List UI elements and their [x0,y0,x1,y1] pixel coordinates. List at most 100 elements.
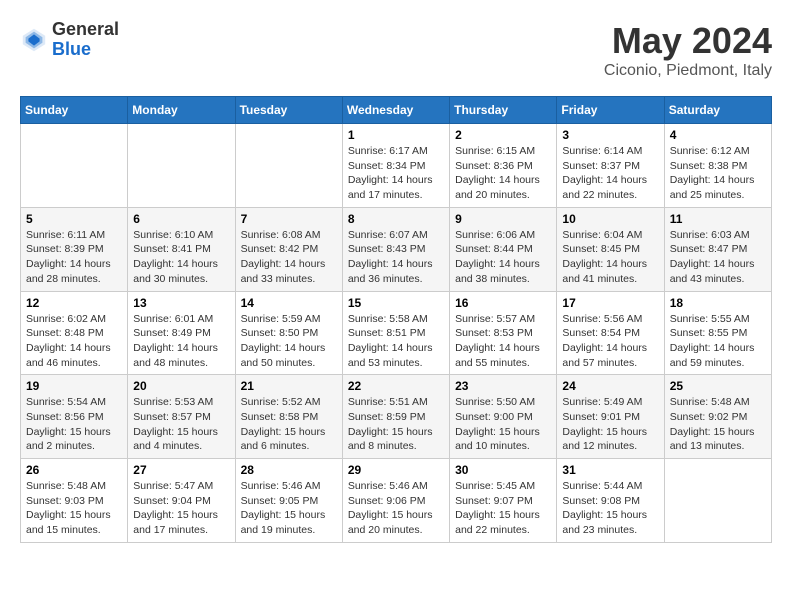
day-number: 16 [455,296,551,310]
calendar-cell: 30Sunrise: 5:45 AM Sunset: 9:07 PM Dayli… [450,459,557,543]
weekday-header-tuesday: Tuesday [235,97,342,124]
calendar-cell: 16 Sunrise: 5:57 AM Sunset: 8:53 PM Dayli… [450,291,557,375]
calendar-cell: 15 Sunrise: 5:58 AM Sunset: 8:51 PM Dayli… [342,291,449,375]
weekday-header-friday: Friday [557,97,664,124]
day-info: Sunrise: 6:17 AM Sunset: 8:34 PM Dayligh… [348,144,444,203]
page-header: General Blue May 2024 Ciconio, Piedmont,… [20,20,772,80]
day-info: Sunrise: 6:07 AM Sunset: 8:43 PM Dayligh… [348,228,444,287]
calendar-cell: 11 Sunrise: 6:03 AM Sunset: 8:47 PM Dayli… [664,207,771,291]
day-number: 10 [562,212,658,226]
day-number: 8 [348,212,444,226]
day-info: Sunrise: 6:15 AM Sunset: 8:36 PM Dayligh… [455,144,551,203]
day-number: 11 [670,212,766,226]
day-info: Sunrise: 5:51 AM Sunset: 8:59 PM Dayligh… [348,395,444,454]
day-info: Sunrise: 6:06 AM Sunset: 8:44 PM Dayligh… [455,228,551,287]
day-number: 30 [455,463,551,477]
calendar-week-2: 5 Sunrise: 6:11 AM Sunset: 8:39 PM Daylig… [21,207,772,291]
calendar-week-5: 26 Sunrise: 5:48 AM Sunset: 9:03 PM Dayli… [21,459,772,543]
day-info: Sunrise: 5:50 AM Sunset: 9:00 PM Dayligh… [455,395,551,454]
day-info: Sunrise: 5:55 AM Sunset: 8:55 PM Dayligh… [670,312,766,371]
calendar-cell: 17Sunrise: 5:56 AM Sunset: 8:54 PM Dayli… [557,291,664,375]
day-number: 23 [455,379,551,393]
calendar-cell: 23 Sunrise: 5:50 AM Sunset: 9:00 PM Dayli… [450,375,557,459]
calendar-cell: 4 Sunrise: 6:12 AM Sunset: 8:38 PM Daylig… [664,124,771,208]
day-info: Sunrise: 5:56 AM Sunset: 8:54 PM Dayligh… [562,312,658,371]
day-number: 13 [133,296,229,310]
calendar-cell: 21Sunrise: 5:52 AM Sunset: 8:58 PM Dayli… [235,375,342,459]
calendar-cell: 28 Sunrise: 5:46 AM Sunset: 9:05 PM Dayli… [235,459,342,543]
day-info: Sunrise: 6:12 AM Sunset: 8:38 PM Dayligh… [670,144,766,203]
calendar-cell: 6Sunrise: 6:10 AM Sunset: 8:41 PM Daylig… [128,207,235,291]
day-number: 21 [241,379,337,393]
weekday-header-row: SundayMondayTuesdayWednesdayThursdayFrid… [21,97,772,124]
day-number: 9 [455,212,551,226]
logo: General Blue [20,20,119,60]
day-info: Sunrise: 5:48 AM Sunset: 9:03 PM Dayligh… [26,479,122,538]
day-info: Sunrise: 5:54 AM Sunset: 8:56 PM Dayligh… [26,395,122,454]
calendar-cell: 8 Sunrise: 6:07 AM Sunset: 8:43 PM Daylig… [342,207,449,291]
calendar-cell: 20Sunrise: 5:53 AM Sunset: 8:57 PM Dayli… [128,375,235,459]
day-info: Sunrise: 5:57 AM Sunset: 8:53 PM Dayligh… [455,312,551,371]
day-number: 18 [670,296,766,310]
calendar-cell: 9 Sunrise: 6:06 AM Sunset: 8:44 PM Daylig… [450,207,557,291]
day-info: Sunrise: 5:48 AM Sunset: 9:02 PM Dayligh… [670,395,766,454]
calendar-cell [664,459,771,543]
day-number: 29 [348,463,444,477]
calendar-cell: 7 Sunrise: 6:08 AM Sunset: 8:42 PM Daylig… [235,207,342,291]
day-number: 14 [241,296,337,310]
day-number: 26 [26,463,122,477]
weekday-header-saturday: Saturday [664,97,771,124]
calendar-cell: 13 Sunrise: 6:01 AM Sunset: 8:49 PM Dayli… [128,291,235,375]
day-number: 24 [562,379,658,393]
calendar-cell: 2 Sunrise: 6:15 AM Sunset: 8:36 PM Daylig… [450,124,557,208]
calendar-cell [21,124,128,208]
day-number: 19 [26,379,122,393]
weekday-header-sunday: Sunday [21,97,128,124]
calendar-cell: 1Sunrise: 6:17 AM Sunset: 8:34 PM Daylig… [342,124,449,208]
calendar-cell: 14 Sunrise: 5:59 AM Sunset: 8:50 PM Dayli… [235,291,342,375]
month-year-title: May 2024 [604,20,772,62]
day-number: 31 [562,463,658,477]
calendar-week-3: 12Sunrise: 6:02 AM Sunset: 8:48 PM Dayli… [21,291,772,375]
day-info: Sunrise: 5:49 AM Sunset: 9:01 PM Dayligh… [562,395,658,454]
day-number: 7 [241,212,337,226]
calendar-cell: 25Sunrise: 5:48 AM Sunset: 9:02 PM Dayli… [664,375,771,459]
calendar-cell: 29Sunrise: 5:46 AM Sunset: 9:06 PM Dayli… [342,459,449,543]
day-info: Sunrise: 6:08 AM Sunset: 8:42 PM Dayligh… [241,228,337,287]
calendar-cell: 5 Sunrise: 6:11 AM Sunset: 8:39 PM Daylig… [21,207,128,291]
day-info: Sunrise: 6:01 AM Sunset: 8:49 PM Dayligh… [133,312,229,371]
day-info: Sunrise: 6:03 AM Sunset: 8:47 PM Dayligh… [670,228,766,287]
weekday-header-monday: Monday [128,97,235,124]
calendar-table: SundayMondayTuesdayWednesdayThursdayFrid… [20,96,772,543]
day-info: Sunrise: 6:04 AM Sunset: 8:45 PM Dayligh… [562,228,658,287]
calendar-cell: 12Sunrise: 6:02 AM Sunset: 8:48 PM Dayli… [21,291,128,375]
calendar-week-4: 19 Sunrise: 5:54 AM Sunset: 8:56 PM Dayli… [21,375,772,459]
calendar-cell: 10 Sunrise: 6:04 AM Sunset: 8:45 PM Dayli… [557,207,664,291]
day-number: 28 [241,463,337,477]
logo-icon [20,26,48,54]
day-info: Sunrise: 5:59 AM Sunset: 8:50 PM Dayligh… [241,312,337,371]
day-number: 15 [348,296,444,310]
day-info: Sunrise: 5:46 AM Sunset: 9:05 PM Dayligh… [241,479,337,538]
location-subtitle: Ciconio, Piedmont, Italy [604,62,772,80]
calendar-cell [128,124,235,208]
title-block: May 2024 Ciconio, Piedmont, Italy [604,20,772,80]
day-number: 5 [26,212,122,226]
calendar-cell: 27Sunrise: 5:47 AM Sunset: 9:04 PM Dayli… [128,459,235,543]
weekday-header-thursday: Thursday [450,97,557,124]
calendar-cell: 22Sunrise: 5:51 AM Sunset: 8:59 PM Dayli… [342,375,449,459]
day-info: Sunrise: 5:58 AM Sunset: 8:51 PM Dayligh… [348,312,444,371]
calendar-week-1: 1Sunrise: 6:17 AM Sunset: 8:34 PM Daylig… [21,124,772,208]
day-number: 27 [133,463,229,477]
day-number: 2 [455,128,551,142]
day-info: Sunrise: 6:02 AM Sunset: 8:48 PM Dayligh… [26,312,122,371]
day-number: 4 [670,128,766,142]
day-info: Sunrise: 6:11 AM Sunset: 8:39 PM Dayligh… [26,228,122,287]
calendar-cell: 3Sunrise: 6:14 AM Sunset: 8:37 PM Daylig… [557,124,664,208]
calendar-cell: 18 Sunrise: 5:55 AM Sunset: 8:55 PM Dayli… [664,291,771,375]
day-number: 6 [133,212,229,226]
calendar-cell: 31Sunrise: 5:44 AM Sunset: 9:08 PM Dayli… [557,459,664,543]
day-info: Sunrise: 5:53 AM Sunset: 8:57 PM Dayligh… [133,395,229,454]
logo-text: General Blue [52,20,119,60]
day-info: Sunrise: 6:14 AM Sunset: 8:37 PM Dayligh… [562,144,658,203]
